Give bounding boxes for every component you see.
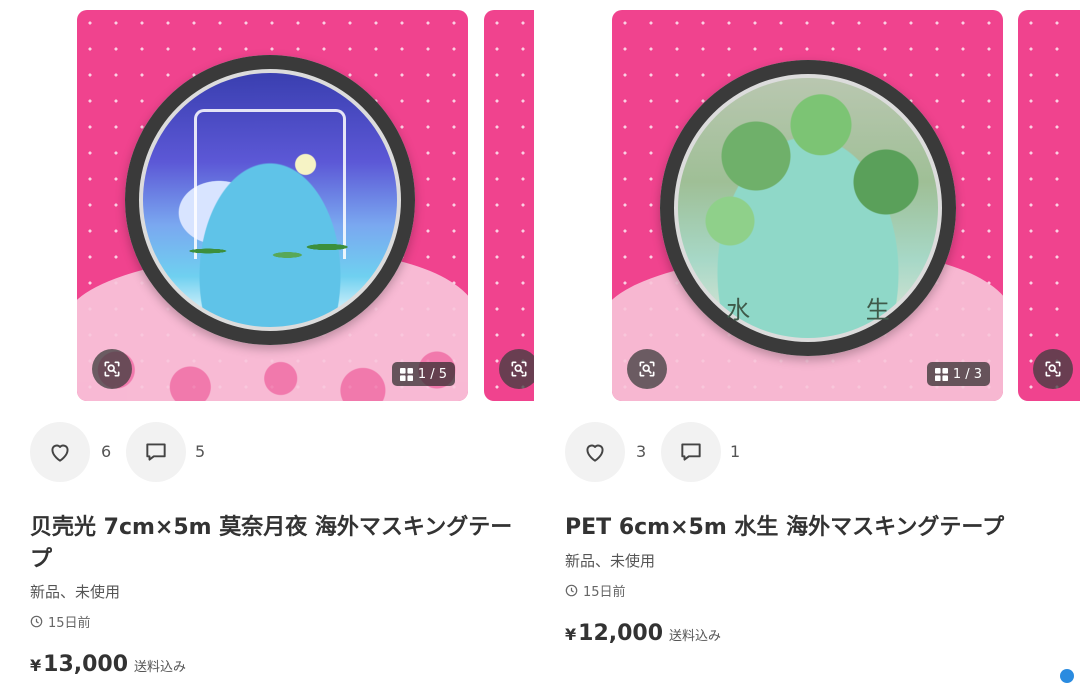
image-counter: 1 / 3 xyxy=(926,362,990,386)
scan-search-icon xyxy=(1045,361,1061,377)
like-count: 6 xyxy=(101,442,112,461)
product-card-2: 水 生 1 / 3 3 1 PET 6cm×5m 水生 海外マスキングテープ 新… xyxy=(540,0,1080,683)
image-search-button[interactable] xyxy=(92,349,132,389)
product-image-2[interactable]: 水 生 1 / 3 xyxy=(612,10,1003,401)
comment-button[interactable] xyxy=(126,422,186,482)
heart-icon xyxy=(586,444,604,462)
like-button[interactable] xyxy=(565,422,625,482)
moon-night-artwork xyxy=(143,73,397,327)
posted-time: 15日前 xyxy=(565,581,626,600)
scan-search-icon xyxy=(104,361,120,377)
product-card-1: 1 / 5 6 5 贝壳光 7cm×5m 莫奈月夜 海外マスキングテー プ 新品… xyxy=(0,0,540,679)
image-search-button[interactable] xyxy=(499,349,534,389)
next-image-peek[interactable] xyxy=(1018,10,1080,401)
comment-icon xyxy=(146,443,166,461)
heart-icon xyxy=(51,444,69,462)
scan-search-icon xyxy=(639,361,655,377)
item-condition: 新品、未使用 xyxy=(30,583,121,601)
image-search-button[interactable] xyxy=(627,349,667,389)
item-condition: 新品、未使用 xyxy=(565,552,656,570)
price: ¥ 13,000 送料込み xyxy=(30,652,187,677)
product-title[interactable]: PET 6cm×5m 水生 海外マスキングテープ xyxy=(565,512,1065,544)
tape-roll-image xyxy=(125,55,415,345)
image-search-button[interactable] xyxy=(1033,349,1073,389)
comment-count: 5 xyxy=(195,442,206,461)
tape-roll-image: 水 生 xyxy=(660,60,956,356)
clock-icon xyxy=(30,615,43,628)
comment-button[interactable] xyxy=(661,422,721,482)
product-image-1[interactable]: 1 / 5 xyxy=(77,10,468,401)
product-title[interactable]: 贝壳光 7cm×5m 莫奈月夜 海外マスキングテー プ xyxy=(30,512,530,576)
artwork-text: 水 生 xyxy=(726,296,944,324)
next-image-peek[interactable] xyxy=(484,10,534,401)
like-button[interactable] xyxy=(30,422,90,482)
comment-icon xyxy=(681,443,701,461)
scan-search-icon xyxy=(511,361,527,377)
price: ¥ 12,000 送料込み xyxy=(565,621,722,646)
clock-icon xyxy=(565,584,578,597)
gallery-grid-icon xyxy=(934,367,948,381)
comment-count: 1 xyxy=(730,442,741,461)
scroll-indicator xyxy=(1060,669,1074,683)
like-count: 3 xyxy=(636,442,647,461)
posted-time: 15日前 xyxy=(30,612,91,631)
gallery-grid-icon xyxy=(399,367,413,381)
image-counter: 1 / 5 xyxy=(391,362,455,386)
